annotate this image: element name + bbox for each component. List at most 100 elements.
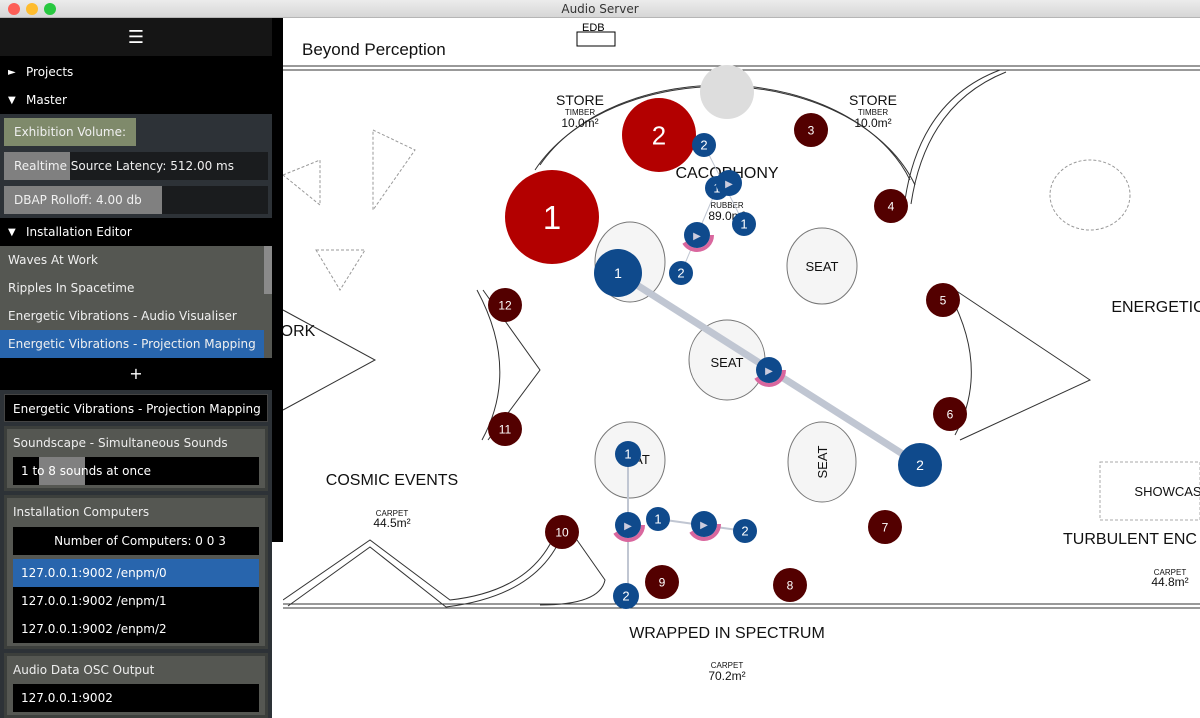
speaker-zone[interactable]: 1 xyxy=(505,170,599,264)
installation-item[interactable]: Energetic Vibrations - Audio Visualiser xyxy=(0,302,264,330)
speaker-label: 11 xyxy=(499,422,512,436)
soundscape-title: Soundscape - Simultaneous Sounds xyxy=(13,436,228,450)
sidebar: ☰ ► Projects ▼ Master Exhibition Volume: 0… xyxy=(0,18,272,718)
hamburger-icon: ☰ xyxy=(127,26,145,48)
osc-panel: Audio Data OSC Output 127.0.0.1:9002 xyxy=(4,653,268,718)
sound-source-label: 2 xyxy=(622,589,629,604)
room-name: STORE xyxy=(849,92,897,108)
add-installation-button[interactable]: + xyxy=(0,358,272,390)
sound-source[interactable]: 1 xyxy=(594,249,642,297)
soundscape-panel: Soundscape - Simultaneous Sounds 1 to 8 … xyxy=(4,426,268,491)
osc-address-field[interactable]: 127.0.0.1:9002 xyxy=(13,684,259,712)
latency-slider[interactable]: Realtime Source Latency: 512.00 ms xyxy=(4,152,268,180)
sound-source[interactable]: 2 xyxy=(733,519,757,543)
sidebar-scrollbar[interactable] xyxy=(272,18,283,707)
directional-source-label: ▶ xyxy=(700,520,708,531)
speaker-label: 4 xyxy=(888,199,895,213)
directional-source[interactable]: ▶ xyxy=(716,170,742,196)
slider-label: DBAP Rolloff: 4.00 db xyxy=(14,193,142,207)
slider-label: Realtime Source Latency: 512.00 ms xyxy=(14,159,234,173)
title-bar: Audio Server xyxy=(0,0,1200,18)
speaker[interactable]: 11 xyxy=(488,412,522,446)
speaker[interactable]: 9 xyxy=(645,565,679,599)
computers-panel: Installation Computers Number of Compute… xyxy=(4,495,268,649)
window-title: Audio Server xyxy=(561,2,639,16)
sound-source-label: 2 xyxy=(741,524,748,539)
expanded-triangle-icon: ▼ xyxy=(8,226,16,238)
close-button[interactable] xyxy=(8,3,20,15)
sound-source[interactable]: 1 xyxy=(646,507,670,531)
speaker[interactable]: 8 xyxy=(773,568,807,602)
edb-label: EDB xyxy=(582,22,605,34)
maximize-button[interactable] xyxy=(44,3,56,15)
speaker[interactable]: 5 xyxy=(926,283,960,317)
sound-source[interactable]: 2 xyxy=(898,443,942,487)
section-master[interactable]: ▼ Master xyxy=(0,86,272,114)
sound-source-label: 1 xyxy=(614,265,622,281)
section-installation-editor[interactable]: ▼ Installation Editor xyxy=(0,218,272,246)
menu-button[interactable]: ☰ xyxy=(0,18,272,56)
section-label: Master xyxy=(26,93,67,107)
range-label: 1 to 8 sounds at once xyxy=(21,464,152,478)
directional-source-label: ▶ xyxy=(725,179,733,190)
map-title: Beyond Perception xyxy=(302,40,446,59)
floor-plan-map[interactable]: Beyond Perception EDB STORE TIMBER 10.0m… xyxy=(281,18,1200,707)
sound-source-label: 1 xyxy=(740,217,747,232)
computer-count-field[interactable]: Number of Computers: 0 0 3 xyxy=(13,527,259,555)
scrollbar-thumb xyxy=(272,18,283,542)
floor-plan-svg[interactable]: Beyond Perception EDB STORE TIMBER 10.0m… xyxy=(281,18,1200,707)
minimize-button[interactable] xyxy=(26,3,38,15)
speaker[interactable]: 4 xyxy=(874,189,908,223)
computer-item[interactable]: 127.0.0.1:9002 /enpm/1 xyxy=(13,587,259,615)
computer-item-selected[interactable]: 127.0.0.1:9002 /enpm/0 xyxy=(13,559,259,587)
directional-source[interactable]: ▶ xyxy=(687,507,721,541)
sound-source[interactable]: 2 xyxy=(669,261,693,285)
speaker-label: 3 xyxy=(808,123,815,137)
installation-item[interactable]: Waves At Work xyxy=(0,246,264,274)
edb-marker xyxy=(576,31,616,47)
speaker-label: 10 xyxy=(555,525,569,539)
collapsed-triangle-icon: ► xyxy=(8,66,16,78)
speaker-zone-label: 2 xyxy=(652,122,666,150)
sound-source-label: 2 xyxy=(700,138,707,153)
computer-item[interactable]: 127.0.0.1:9002 /enpm/2 xyxy=(13,615,259,643)
seat-label: SEAT xyxy=(711,355,744,370)
speaker-zone[interactable]: 2 xyxy=(622,98,696,172)
sound-source-label: 1 xyxy=(624,447,631,462)
room-name: WRAPPED IN SPECTRUM xyxy=(629,625,825,642)
installation-list: Waves At Work Ripples In Spacetime Energ… xyxy=(0,246,272,358)
installation-name-field[interactable]: Energetic Vibrations - Projection Mappin… xyxy=(4,394,268,422)
speaker[interactable]: 3 xyxy=(794,113,828,147)
sounds-range-slider[interactable]: 1 to 8 sounds at once xyxy=(13,457,259,485)
speaker[interactable]: 12 xyxy=(488,288,522,322)
speaker-label: 5 xyxy=(940,293,947,307)
seat-label: SEAT xyxy=(806,259,839,274)
rolloff-slider[interactable]: DBAP Rolloff: 4.00 db xyxy=(4,186,268,214)
sound-source-label: 2 xyxy=(916,457,924,473)
speaker-zone-label: 1 xyxy=(543,199,561,236)
sound-source[interactable]: 1 xyxy=(615,441,641,467)
seat-label: SEAT xyxy=(815,445,830,478)
speaker[interactable]: 7 xyxy=(868,510,902,544)
section-label: Installation Editor xyxy=(26,225,132,239)
directional-source[interactable]: ▶ xyxy=(680,218,714,252)
speaker-label: 7 xyxy=(882,520,889,534)
sound-source[interactable]: 1 xyxy=(732,212,756,236)
section-projects[interactable]: ► Projects xyxy=(0,58,272,86)
directional-source[interactable]: ▶ xyxy=(611,508,645,542)
list-scrollbar[interactable] xyxy=(264,246,272,294)
room-name: ENERGETIC xyxy=(1111,299,1200,316)
installation-item-selected[interactable]: Energetic Vibrations - Projection Mappin… xyxy=(0,330,264,358)
sound-source[interactable]: 2 xyxy=(613,583,639,609)
room-area: 10.0m² xyxy=(561,116,598,130)
speaker[interactable]: 6 xyxy=(933,397,967,431)
sound-source-label: 2 xyxy=(677,266,684,281)
sound-source[interactable]: 2 xyxy=(692,133,716,157)
installation-item[interactable]: Ripples In Spacetime xyxy=(0,274,264,302)
exhibition-volume-slider[interactable]: Exhibition Volume: 0.50 xyxy=(4,118,136,167)
inactive-speaker[interactable] xyxy=(700,65,754,119)
speaker[interactable]: 10 xyxy=(545,515,579,549)
room-name: STORE xyxy=(556,92,604,108)
speaker-label: 9 xyxy=(659,575,666,589)
speaker-label: 12 xyxy=(498,298,512,312)
